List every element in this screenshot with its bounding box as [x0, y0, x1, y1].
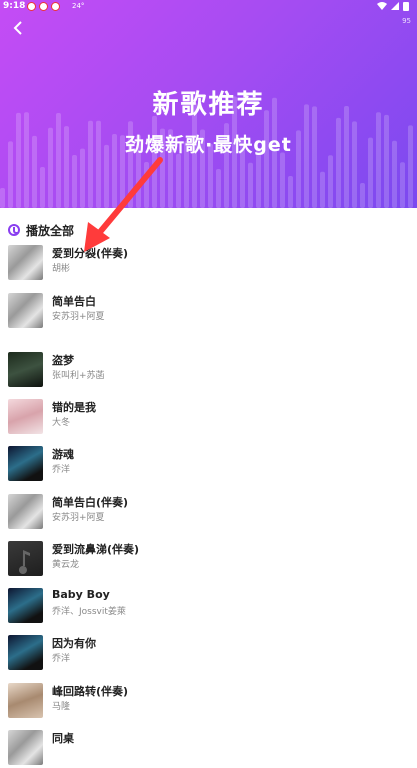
play-all-icon [8, 224, 20, 236]
song-row[interactable]: 错的是我 大冬 [8, 399, 408, 437]
back-button[interactable] [8, 20, 28, 40]
song-artist: 乔洋、Jossvit姜萊 [52, 607, 126, 617]
song-title: 因为有你 [52, 637, 96, 650]
song-artist: 大冬 [52, 418, 71, 428]
album-cover-image [8, 293, 43, 328]
album-cover-image [8, 541, 43, 576]
banner: 9:18 24° 95 新歌推荐 劲爆新歌·最快get [0, 0, 417, 208]
song-row[interactable]: 峰回路转(伴奏) 马隆 [8, 683, 408, 721]
song-artist: 马隆 [52, 702, 71, 712]
song-row[interactable]: 简单告白安苏羽+阿夏 [8, 293, 408, 331]
music-note-icon [18, 550, 30, 574]
song-title: 简单告白(伴奏) [52, 496, 129, 509]
album-cover-image [8, 446, 43, 481]
song-artist: 乔洋 [52, 654, 71, 664]
song-title: 游魂 [52, 448, 74, 461]
status-bar: 9:18 24° [0, 0, 417, 14]
song-artist: 安苏羽+阿夏 [52, 513, 105, 523]
song-title: 爱到分裂(伴奏) [52, 247, 129, 260]
song-title: 爱到流鼻涕(伴奏) [52, 543, 140, 556]
page-subtitle: 劲爆新歌·最快get [125, 134, 292, 156]
notification-icons [27, 2, 60, 11]
album-cover-image [8, 588, 43, 623]
song-title: 盗梦 [52, 354, 74, 367]
song-artist: 安苏羽+阿夏 [52, 312, 105, 322]
song-row[interactable]: Baby Boy 乔洋、Jossvit姜萊 [8, 588, 408, 626]
album-cover-image [8, 352, 43, 387]
status-time: 9:18 [3, 1, 26, 11]
song-title: 简单告白 [52, 295, 96, 308]
song-artist: 张叫利+苏菡 [52, 371, 105, 381]
page-title: 新歌推荐 [152, 90, 265, 120]
album-cover-image [8, 399, 43, 434]
song-row[interactable]: 盗梦张叫利+苏菡 [8, 352, 408, 390]
album-cover-image [8, 494, 43, 529]
system-icons [377, 1, 409, 11]
album-cover-image [8, 730, 43, 765]
song-row[interactable]: 爱到流鼻涕(伴奏) 黄云龙 [8, 541, 408, 579]
play-all-button[interactable]: 播放全部 [8, 221, 74, 239]
song-row[interactable]: 爱到分裂(伴奏) 胡彬 [8, 245, 408, 283]
wifi-icon [377, 2, 387, 10]
song-title: 错的是我 [52, 401, 96, 414]
battery-icon [403, 2, 409, 11]
back-arrow-icon [13, 21, 22, 35]
album-cover-image [8, 635, 43, 670]
song-row[interactable]: 因为有你 乔洋 [8, 635, 408, 673]
song-row[interactable]: 同桌 [8, 730, 408, 768]
song-artist: 黄云龙 [52, 560, 80, 570]
song-artist: 胡彬 [52, 264, 71, 274]
song-title: Baby Boy [52, 588, 110, 601]
status-temp: 24° [72, 2, 85, 10]
song-row[interactable]: 游魂 乔洋 [8, 446, 408, 484]
song-row[interactable]: 简单告白(伴奏) 安苏羽+阿夏 [8, 494, 408, 532]
song-title: 峰回路转(伴奏) [52, 685, 129, 698]
play-all-label: 播放全部 [26, 223, 75, 238]
signal-icon [391, 2, 399, 10]
corner-badge: 95 [402, 17, 411, 25]
album-cover-image [8, 245, 43, 280]
song-artist: 乔洋 [52, 465, 71, 475]
album-cover-image [8, 683, 43, 718]
